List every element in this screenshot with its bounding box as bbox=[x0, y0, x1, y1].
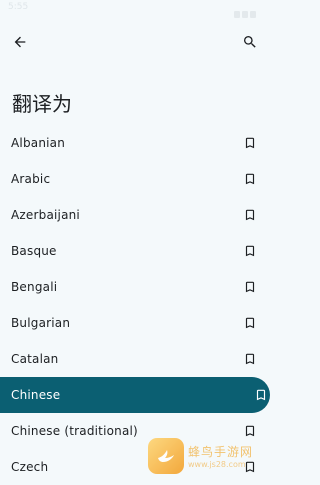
back-button[interactable] bbox=[8, 30, 32, 54]
bookmark-icon bbox=[245, 173, 255, 185]
language-item[interactable]: Bengali bbox=[0, 269, 270, 305]
bookmark-icon bbox=[245, 317, 255, 329]
signal-icon bbox=[242, 11, 248, 18]
language-label: Basque bbox=[11, 244, 57, 258]
hummingbird-logo-icon bbox=[158, 450, 174, 462]
language-label: Catalan bbox=[11, 352, 59, 366]
language-label: Bengali bbox=[11, 280, 58, 294]
top-app-bar bbox=[0, 24, 270, 60]
arrow-back-icon bbox=[14, 36, 26, 48]
watermark-name: 蜂鸟手游网 bbox=[188, 445, 254, 459]
status-icons bbox=[232, 3, 262, 18]
battery-icon bbox=[250, 11, 256, 18]
search-icon bbox=[244, 36, 256, 48]
bookmark-button[interactable] bbox=[242, 207, 258, 223]
language-item[interactable]: Arabic bbox=[0, 161, 270, 197]
status-time: 5:55 bbox=[8, 2, 29, 12]
bookmark-icon bbox=[245, 353, 255, 365]
language-item[interactable]: Catalan bbox=[0, 341, 270, 377]
language-label: Bulgarian bbox=[11, 316, 71, 330]
status-bar: 5:55 bbox=[0, 0, 270, 18]
bookmark-button[interactable] bbox=[253, 387, 269, 403]
language-label: Arabic bbox=[11, 172, 51, 186]
watermark-text: 蜂鸟手游网 www.js28.com bbox=[188, 443, 253, 469]
language-label: Albanian bbox=[11, 136, 66, 150]
page-title: 翻译为 bbox=[12, 92, 72, 116]
bookmark-button[interactable] bbox=[242, 171, 258, 187]
bookmark-button[interactable] bbox=[242, 315, 258, 331]
watermark: 蜂鸟手游网 www.js28.com bbox=[148, 436, 264, 476]
bookmark-button[interactable] bbox=[242, 243, 258, 259]
language-item[interactable]: Albanian bbox=[0, 125, 270, 161]
bookmark-icon bbox=[245, 209, 255, 221]
bookmark-button[interactable] bbox=[242, 351, 258, 367]
bookmark-icon bbox=[245, 137, 255, 149]
bookmark-icon bbox=[256, 389, 266, 401]
search-button[interactable] bbox=[238, 30, 262, 54]
watermark-url: www.js28.com bbox=[188, 460, 246, 469]
wifi-icon bbox=[234, 11, 240, 18]
language-label: Azerbaijani bbox=[11, 208, 80, 222]
bookmark-button[interactable] bbox=[242, 279, 258, 295]
language-item[interactable]: Azerbaijani bbox=[0, 197, 270, 233]
language-item[interactable]: Bulgarian bbox=[0, 305, 270, 341]
language-item[interactable]: Chinese bbox=[0, 377, 270, 413]
bookmark-button[interactable] bbox=[242, 135, 258, 151]
language-list: Albanian Arabic Azerbaijani Basque Bengali Bu… bbox=[0, 125, 270, 485]
bookmark-icon bbox=[245, 245, 255, 257]
language-label: Chinese bbox=[11, 388, 61, 402]
language-item[interactable]: Basque bbox=[0, 233, 270, 269]
language-label: Chinese (traditional) bbox=[11, 424, 138, 438]
language-label: Czech bbox=[11, 460, 49, 474]
bookmark-icon bbox=[245, 281, 255, 293]
watermark-logo bbox=[148, 438, 184, 474]
